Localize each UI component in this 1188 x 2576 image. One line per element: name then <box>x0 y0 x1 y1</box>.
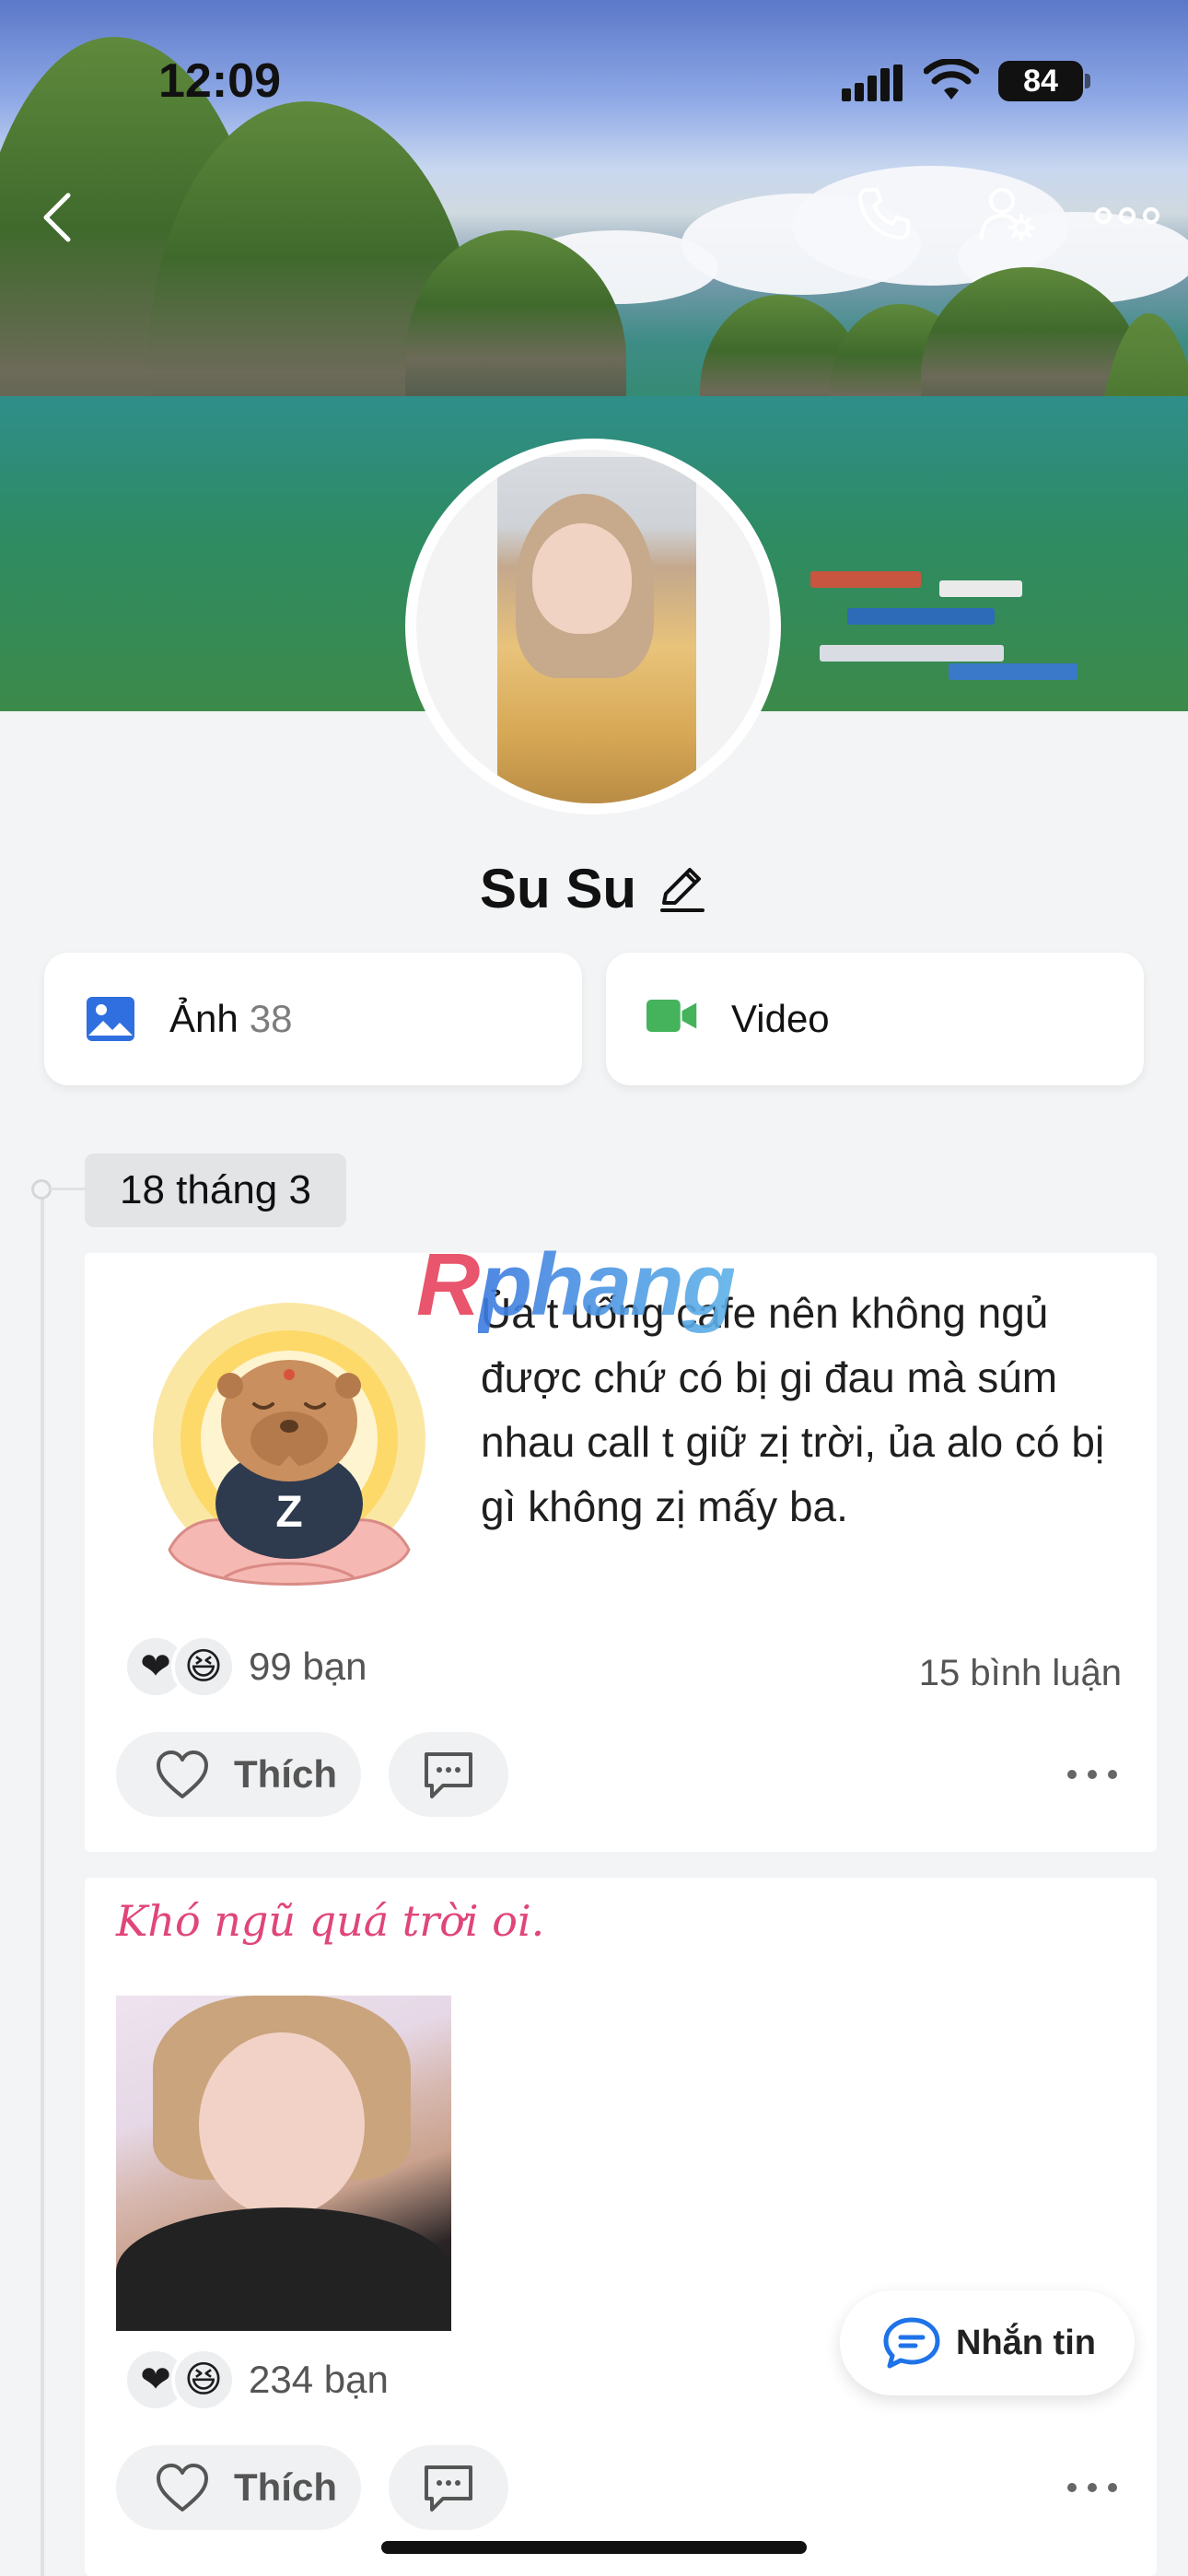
reactions-summary[interactable]: ❤ 😆 234 bạn <box>123 2348 389 2412</box>
timeline-line <box>41 1188 44 2576</box>
photo-icon <box>85 993 136 1045</box>
phone-icon[interactable] <box>855 184 914 243</box>
like-button[interactable]: Thích <box>116 1732 361 1817</box>
status-time: 12:09 <box>158 54 281 108</box>
message-icon <box>883 2317 940 2369</box>
comment-icon <box>425 1752 472 1798</box>
reactions-summary[interactable]: ❤ 😆 99 bạn <box>123 1634 367 1699</box>
comment-button[interactable] <box>389 1732 508 1817</box>
post-caption: Khó ngũ quá trời oi. <box>116 1896 545 1946</box>
profile-settings-icon[interactable] <box>978 184 1037 243</box>
video-button[interactable]: Video <box>606 953 1144 1085</box>
battery-indicator: 84 <box>998 61 1090 101</box>
photos-count: 38 <box>249 997 293 1040</box>
post-photo[interactable] <box>116 1996 451 2331</box>
laugh-reaction-icon: 😆 <box>171 1634 236 1699</box>
message-label: Nhắn tin <box>956 2323 1096 2362</box>
video-label: Video <box>731 997 830 1040</box>
timeline-date: 18 tháng 3 <box>85 1153 346 1227</box>
comment-button[interactable] <box>389 2445 508 2530</box>
heart-icon <box>155 2462 210 2513</box>
photos-label: Ảnh <box>169 997 239 1040</box>
reactions-count: 234 bạn <box>249 2358 389 2401</box>
profile-name: Su Su <box>479 858 636 919</box>
wifi-icon <box>923 58 980 101</box>
like-label: Thích <box>234 1752 337 1796</box>
back-icon[interactable] <box>37 190 77 245</box>
svg-text:Z: Z <box>275 1488 302 1537</box>
like-label: Thích <box>234 2465 337 2509</box>
heart-icon <box>155 1749 210 1800</box>
post-card[interactable]: Z Ủa t uống cafe nên không ngủ được chứ … <box>85 1253 1157 1852</box>
message-button[interactable]: Nhắn tin <box>840 2290 1135 2395</box>
avatar[interactable] <box>405 439 781 814</box>
cellular-signal-icon <box>842 64 904 101</box>
reactions-count: 99 bạn <box>249 1645 367 1688</box>
timeline-dot <box>31 1179 52 1200</box>
profile-name-row: Su Su <box>0 857 1188 920</box>
more-icon[interactable] <box>1094 193 1160 238</box>
comment-icon <box>425 2465 472 2512</box>
status-bar: 12:09 84 <box>0 0 1188 157</box>
video-icon <box>646 993 698 1045</box>
post-card[interactable]: Khó ngũ quá trời oi. ❤ 😆 234 bạn Thích <box>85 1878 1157 2576</box>
post-more-icon[interactable] <box>1065 2478 1120 2497</box>
laugh-reaction-icon: 😆 <box>171 2348 236 2412</box>
like-button[interactable]: Thích <box>116 2445 361 2530</box>
meditating-capybara-sticker: Z <box>151 1301 427 1605</box>
profile-page: 12:09 84 Su Su Ảnh 38 Video 18 tháng 3 Z… <box>0 0 1188 2576</box>
post-more-icon[interactable] <box>1065 1765 1120 1784</box>
edit-icon[interactable] <box>655 862 708 916</box>
home-indicator[interactable] <box>381 2541 807 2554</box>
photos-button[interactable]: Ảnh 38 <box>44 953 582 1085</box>
watermark-logo: Rphang <box>416 1235 736 1334</box>
comments-count[interactable]: 15 bình luận <box>919 1653 1122 1694</box>
